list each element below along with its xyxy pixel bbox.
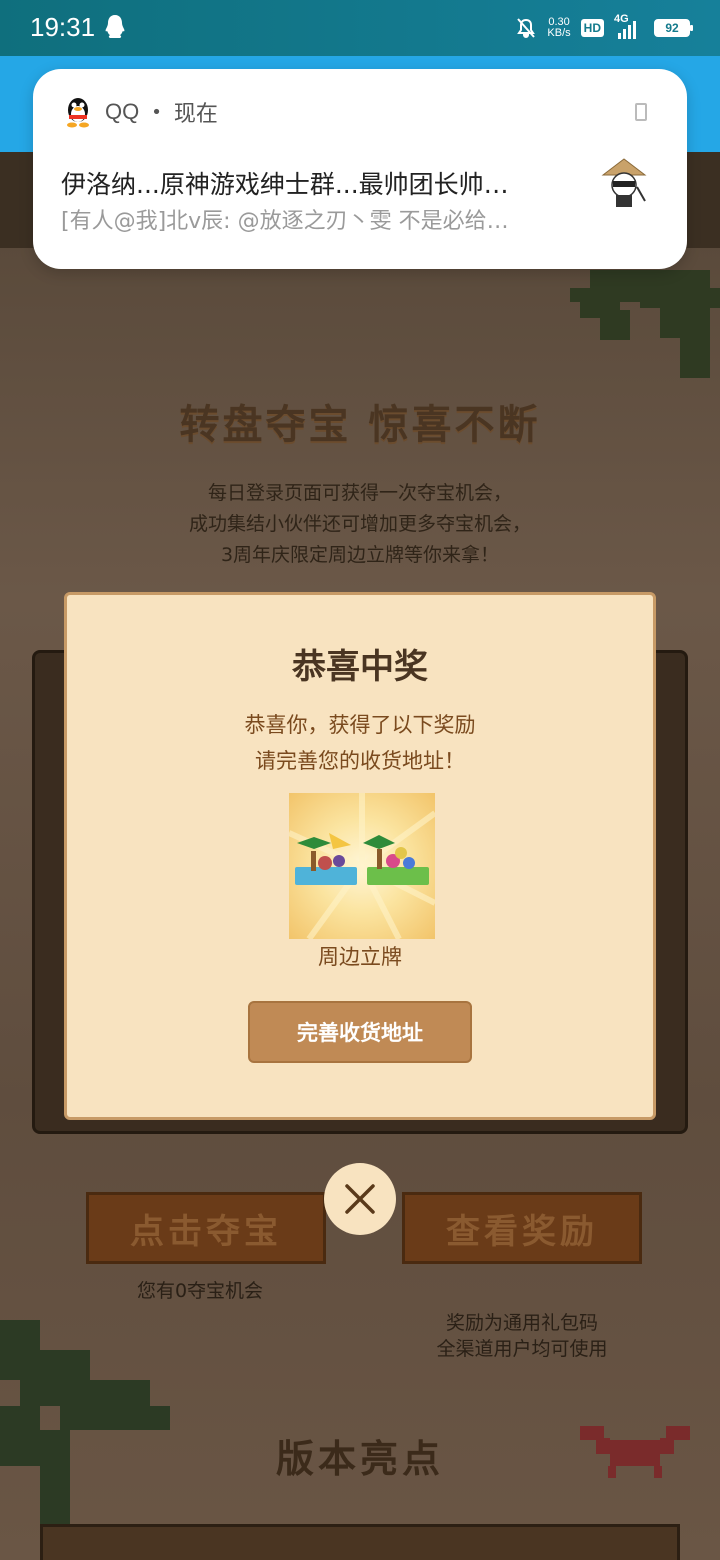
qq-notification[interactable]: QQ • 现在 伊洛纳...原神游戏绅士群...最帅团长帅… [有人@我]北v辰… — [33, 69, 687, 269]
qq-penguin-icon — [67, 98, 89, 128]
battery-icon: 92 — [654, 19, 693, 37]
notification-app-name: QQ — [105, 99, 140, 124]
dialog-message-line: 请完善您的收货地址！ — [255, 749, 465, 773]
notification-separator: • — [151, 101, 162, 123]
complete-address-button[interactable]: 完善收货地址 — [248, 1001, 472, 1063]
notification-time: 现在 — [173, 102, 218, 127]
hero-title: 转盘夺宝 惊喜不断 — [179, 401, 541, 448]
content-frame — [40, 1524, 680, 1560]
avatar-straw-hat-icon — [601, 158, 647, 207]
reward-note-line: 奖励为通用礼包码 — [445, 1312, 598, 1334]
close-dialog-button[interactable] — [324, 1163, 396, 1235]
crab-decoration — [580, 1426, 690, 1478]
hero-description: 每日登录页面可获得一次夺宝机会， 成功集结小伙伴还可增加更多夺宝机会， 3周年庆… — [0, 478, 720, 571]
dialog-message-line: 恭喜你，获得了以下奖励 — [244, 713, 476, 737]
hero-desc-line: 3周年庆限定周边立牌等你来拿！ — [220, 544, 500, 566]
reward-note: 奖励为通用礼包码 全渠道用户均可使用 — [402, 1310, 642, 1362]
view-rewards-button[interactable]: 查看奖励 — [402, 1192, 642, 1264]
notification-title: 伊洛纳...原神游戏绅士群...最帅团长帅… — [61, 170, 509, 199]
dialog-title: 恭喜中奖 — [292, 647, 428, 687]
hero-desc-line: 每日登录页面可获得一次夺宝机会， — [207, 482, 512, 504]
expand-icon[interactable] — [635, 103, 647, 121]
signal-icon: 4G — [614, 13, 644, 39]
chances-note: 您有0夺宝机会 — [136, 1280, 264, 1302]
status-time: 19:31 — [30, 12, 96, 42]
status-icons: 0.30 KB/s HD 4G 92 — [515, 13, 693, 42]
status-bar: 19:31 0.30 KB/s HD 4G 92 — [0, 0, 720, 56]
prize-dialog: 恭喜中奖 恭喜你，获得了以下奖励 请完善您的收货地址！ 周边立牌 完善收货地址 — [64, 592, 656, 1120]
qq-status-icon — [105, 15, 125, 38]
hero-desc-line: 成功集结小伙伴还可增加更多夺宝机会， — [188, 513, 531, 535]
prize-name: 周边立牌 — [318, 945, 402, 969]
mute-bell-icon — [517, 18, 536, 38]
reward-note-line: 全渠道用户均可使用 — [436, 1338, 608, 1360]
net-speed-unit: KB/s — [547, 27, 571, 39]
close-icon — [345, 1184, 375, 1214]
palm-tree-decoration — [570, 270, 720, 378]
prize-image — [289, 793, 435, 939]
notification-header: QQ • 现在 — [63, 95, 218, 129]
dialog-message: 恭喜你，获得了以下奖励 请完善您的收货地址！ — [67, 707, 653, 779]
prize-standee-illustration — [289, 793, 435, 939]
notification-body: [有人@我]北v辰: @放逐之刃丶雯 不是必给… — [61, 209, 509, 234]
net-speed: 0.30 KB/s — [547, 17, 570, 39]
hd-icon: HD — [580, 19, 604, 37]
network-type: 4G — [614, 13, 629, 25]
draw-button[interactable]: 点击夺宝 — [86, 1192, 326, 1264]
